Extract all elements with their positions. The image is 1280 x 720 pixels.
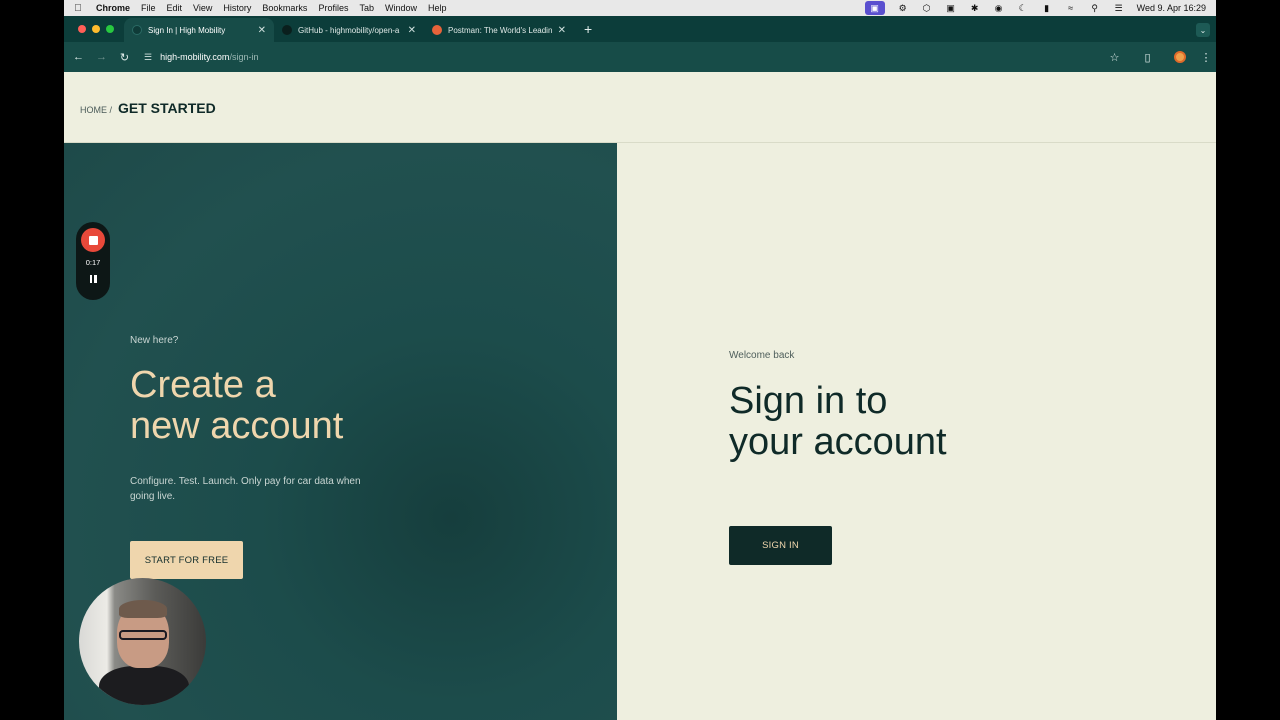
create-subtitle: Configure. Test. Launch. Only pay for ca… bbox=[130, 476, 361, 502]
webcam-person-body bbox=[99, 666, 189, 705]
start-for-free-button[interactable]: START FOR FREE bbox=[130, 541, 243, 579]
profile-avatar-icon[interactable] bbox=[1174, 51, 1186, 63]
control-center-icon[interactable]: ☰ bbox=[1113, 3, 1125, 13]
sign-in-button[interactable]: SIGN IN bbox=[729, 526, 832, 565]
signin-eyebrow: Welcome back bbox=[729, 350, 795, 361]
menu-clock[interactable]: Wed 9. Apr 16:29 bbox=[1137, 3, 1206, 13]
status-area: ▣ ⚙ ⬡ ▣ ✱ ◉ ☾ ▮ ≈ ⚲ ☰ Wed 9. Apr 16:29 bbox=[864, 1, 1216, 15]
stop-icon bbox=[88, 235, 98, 245]
menu-help[interactable]: Help bbox=[425, 3, 455, 13]
close-tab-icon[interactable]: ✕ bbox=[258, 25, 266, 36]
screen-recorder-controls: 0:17 bbox=[76, 222, 110, 300]
webcam-person-hair bbox=[119, 600, 167, 618]
display-icon[interactable]: ▣ bbox=[945, 3, 957, 13]
close-tab-icon[interactable]: ✕ bbox=[558, 25, 566, 36]
tab-title: Sign In | High Mobility bbox=[148, 25, 226, 35]
signin-heading-line2: your account bbox=[729, 421, 947, 463]
menu-file[interactable]: File bbox=[138, 3, 164, 13]
zoom-window-button[interactable] bbox=[106, 25, 114, 33]
back-arrow-icon[interactable]: ← bbox=[67, 51, 90, 63]
url-host: high-mobility.com bbox=[160, 52, 230, 62]
url-path: /sign-in bbox=[229, 52, 259, 62]
minimize-window-button[interactable] bbox=[92, 25, 100, 33]
gear-icon[interactable]: ⚙ bbox=[897, 3, 909, 13]
create-eyebrow: New here? bbox=[130, 335, 179, 346]
new-tab-icon[interactable]: + bbox=[574, 21, 602, 42]
menu-view[interactable]: View bbox=[190, 3, 220, 13]
search-icon[interactable]: ⚲ bbox=[1089, 3, 1101, 13]
high-mobility-favicon-icon bbox=[132, 25, 142, 35]
tab-postman[interactable]: Postman: The World's Leading ✕ bbox=[424, 18, 574, 42]
battery-icon[interactable]: ▮ bbox=[1041, 3, 1053, 13]
user-icon[interactable]: ◉ bbox=[993, 3, 1005, 13]
tab-search-chevron-icon[interactable]: ⌄ bbox=[1196, 23, 1210, 37]
wifi-icon[interactable]: ≈ bbox=[1065, 3, 1077, 13]
forward-arrow-icon[interactable]: → bbox=[90, 51, 113, 63]
menu-edit[interactable]: Edit bbox=[164, 3, 191, 13]
moon-icon[interactable]: ☾ bbox=[1017, 3, 1029, 13]
breadcrumb-home-link[interactable]: HOME / bbox=[80, 105, 112, 115]
menu-history[interactable]: History bbox=[220, 3, 259, 13]
address-bar[interactable]: ☰ high-mobility.com/sign-in bbox=[136, 46, 1098, 68]
breadcrumb-current: GET STARTED bbox=[118, 100, 216, 116]
webcam-bubble[interactable] bbox=[79, 578, 206, 705]
postman-favicon-icon bbox=[432, 25, 442, 35]
reload-icon[interactable]: ↻ bbox=[113, 51, 136, 64]
menu-bookmarks[interactable]: Bookmarks bbox=[259, 3, 315, 13]
create-heading-line2: new account bbox=[130, 405, 344, 447]
tab-title: Postman: The World's Leading bbox=[448, 25, 552, 35]
bluetooth-icon[interactable]: ✱ bbox=[969, 3, 981, 13]
menu-tab[interactable]: Tab bbox=[356, 3, 382, 13]
stop-recording-button[interactable] bbox=[81, 228, 105, 252]
menu-window[interactable]: Window bbox=[382, 3, 425, 13]
browser-tab-strip: Sign In | High Mobility ✕ GitHub - highm… bbox=[64, 16, 1216, 42]
menu-profiles[interactable]: Profiles bbox=[315, 3, 356, 13]
screen-record-icon[interactable]: ▣ bbox=[864, 1, 885, 15]
signin-heading-line1: Sign in to bbox=[729, 380, 888, 422]
kebab-menu-icon[interactable]: ⋮ bbox=[1196, 51, 1216, 64]
close-tab-icon[interactable]: ✕ bbox=[408, 25, 416, 36]
recording-timer: 0:17 bbox=[85, 258, 101, 267]
close-window-button[interactable] bbox=[78, 25, 86, 33]
extensions-puzzle-icon[interactable]: ▯ bbox=[1131, 51, 1164, 64]
site-settings-icon[interactable]: ☰ bbox=[144, 52, 152, 63]
create-account-heading: Create a new account bbox=[130, 365, 430, 447]
webcam-person-glasses bbox=[119, 630, 167, 640]
apple-icon[interactable]:  bbox=[64, 3, 92, 14]
tab-github[interactable]: GitHub - highmobility/open-a ✕ bbox=[274, 18, 424, 42]
signin-heading: Sign in to your account bbox=[729, 381, 1029, 463]
menu-app-name[interactable]: Chrome bbox=[92, 3, 138, 13]
pause-icon[interactable] bbox=[89, 275, 97, 283]
cube-icon[interactable]: ⬡ bbox=[921, 3, 933, 13]
breadcrumb: HOME / GET STARTED bbox=[80, 100, 216, 116]
tab-title: GitHub - highmobility/open-a bbox=[298, 25, 400, 35]
web-page: HOME / GET STARTED ​ New here? Create a … bbox=[64, 72, 1216, 720]
sign-in-panel: Welcome back Sign in to your account SIG… bbox=[617, 143, 1216, 720]
github-favicon-icon bbox=[282, 25, 292, 35]
browser-toolbar: ← → ↻ ☰ high-mobility.com/sign-in ☆ ▯ ⋮ bbox=[64, 42, 1216, 72]
window-controls bbox=[64, 25, 124, 42]
create-heading-line1: Create a bbox=[130, 364, 276, 406]
tab-sign-in[interactable]: Sign In | High Mobility ✕ bbox=[124, 18, 274, 42]
macos-menu-bar:  Chrome File Edit View History Bookmark… bbox=[64, 0, 1216, 16]
bookmark-star-icon[interactable]: ☆ bbox=[1098, 51, 1131, 64]
